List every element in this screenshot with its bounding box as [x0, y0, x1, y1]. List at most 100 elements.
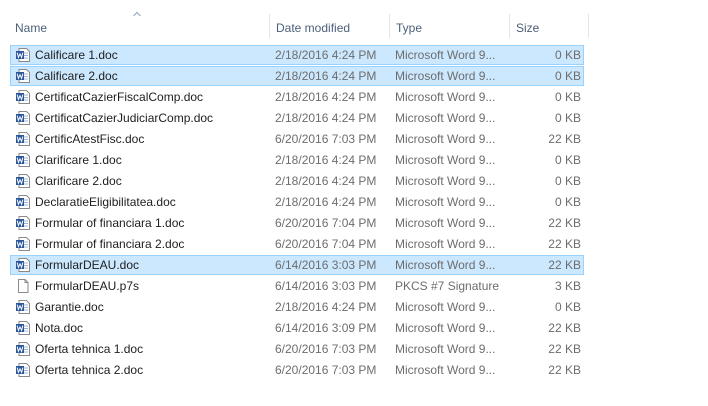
file-date-modified: 6/14/2016 3:03 PM	[275, 279, 377, 293]
file-name: Nota.doc	[35, 321, 84, 335]
file-type: Microsoft Word 9...	[395, 258, 496, 272]
file-size: 22 KB	[548, 216, 581, 230]
file-row[interactable]: CertificAtestFisc.doc 6/20/2016 7:03 PM Mi…	[10, 129, 584, 149]
file-type: Microsoft Word 9...	[395, 321, 496, 335]
file-row[interactable]: Clarificare 2.doc 2/18/2016 4:24 PM Micros…	[10, 171, 584, 191]
file-name: Clarificare 2.doc	[35, 174, 122, 188]
file-date-modified: 2/18/2016 4:24 PM	[275, 69, 377, 83]
file-row[interactable]: Oferta tehnica 1.doc 6/20/2016 7:03 PM Mic…	[10, 339, 584, 359]
file-name: CertificatCazierFiscalComp.doc	[35, 90, 204, 104]
file-type: Microsoft Word 9...	[395, 90, 496, 104]
file-size: 22 KB	[548, 342, 581, 356]
file-size: 22 KB	[548, 363, 581, 377]
file-row[interactable]: Garantie.doc 2/18/2016 4:24 PM Microsoft W…	[10, 297, 584, 317]
word-doc-icon	[15, 68, 31, 84]
file-row[interactable]: Calificare 2.doc 2/18/2016 4:24 PM Microso…	[10, 66, 584, 86]
column-header-date-modified[interactable]: Date modified	[269, 14, 388, 38]
word-doc-icon	[15, 194, 31, 210]
file-row[interactable]: Clarificare 1.doc 2/18/2016 4:24 PM Micros…	[10, 150, 584, 170]
column-header-type[interactable]: Type	[389, 14, 508, 38]
file-date-modified: 2/18/2016 4:24 PM	[275, 153, 377, 167]
file-name: Formular of financiara 2.doc	[35, 237, 185, 251]
word-doc-icon	[15, 236, 31, 252]
word-doc-icon	[15, 362, 31, 378]
file-type: Microsoft Word 9...	[395, 132, 496, 146]
file-date-modified: 6/20/2016 7:03 PM	[275, 132, 377, 146]
file-date-modified: 6/14/2016 3:09 PM	[275, 321, 377, 335]
file-size: 0 KB	[554, 174, 581, 188]
file-name: FormularDEAU.doc	[35, 258, 140, 272]
file-size: 22 KB	[548, 132, 581, 146]
file-name: DeclaratieEligibilitatea.doc	[35, 195, 176, 209]
file-size: 0 KB	[554, 153, 581, 167]
column-header-size[interactable]: Size	[509, 14, 589, 38]
file-name: FormularDEAU.p7s	[35, 279, 140, 293]
file-name: CertificatCazierJudiciarComp.doc	[35, 111, 214, 125]
word-doc-icon	[15, 110, 31, 126]
file-row[interactable]: Nota.doc 6/14/2016 3:09 PM Microsoft Word …	[10, 318, 584, 338]
file-row[interactable]: Formular of financiara 2.doc 6/20/2016 7:…	[10, 234, 584, 254]
file-type: Microsoft Word 9...	[395, 48, 496, 62]
file-date-modified: 2/18/2016 4:24 PM	[275, 300, 377, 314]
file-date-modified: 6/20/2016 7:04 PM	[275, 237, 377, 251]
file-size: 22 KB	[548, 258, 581, 272]
file-date-modified: 6/20/2016 7:04 PM	[275, 216, 377, 230]
file-date-modified: 2/18/2016 4:24 PM	[275, 111, 377, 125]
file-date-modified: 2/18/2016 4:24 PM	[275, 48, 377, 62]
file-row[interactable]: DeclaratieEligibilitatea.doc 2/18/2016 4:…	[10, 192, 584, 212]
file-size: 0 KB	[554, 90, 581, 104]
file-size: 22 KB	[548, 321, 581, 335]
file-type: Microsoft Word 9...	[395, 216, 496, 230]
column-header-name[interactable]: Name	[9, 14, 268, 38]
file-size: 0 KB	[554, 300, 581, 314]
file-name: Garantie.doc	[35, 300, 104, 314]
file-date-modified: 2/18/2016 4:24 PM	[275, 174, 377, 188]
file-type: Microsoft Word 9...	[395, 237, 496, 251]
word-doc-icon	[15, 257, 31, 273]
file-row[interactable]: CertificatCazierFiscalComp.doc 2/18/2016 …	[10, 87, 584, 107]
file-type: Microsoft Word 9...	[395, 300, 496, 314]
file-date-modified: 6/20/2016 7:03 PM	[275, 342, 377, 356]
file-size: 3 KB	[554, 279, 581, 293]
word-doc-icon	[15, 152, 31, 168]
file-size: 0 KB	[554, 69, 581, 83]
file-name: CertificAtestFisc.doc	[35, 132, 145, 146]
file-name: Clarificare 1.doc	[35, 153, 122, 167]
file-type: PKCS #7 Signature	[395, 279, 500, 293]
file-date-modified: 6/14/2016 3:03 PM	[275, 258, 377, 272]
file-date-modified: 2/18/2016 4:24 PM	[275, 195, 377, 209]
column-header-bar: Name Date modified Type Size	[0, 0, 708, 38]
file-row[interactable]: FormularDEAU.doc 6/14/2016 3:03 PM Microso…	[10, 255, 584, 275]
file-size: 0 KB	[554, 48, 581, 62]
word-doc-icon	[15, 47, 31, 63]
file-size: 0 KB	[554, 195, 581, 209]
file-name: Oferta tehnica 1.doc	[35, 342, 144, 356]
file-name: Oferta tehnica 2.doc	[35, 363, 144, 377]
blank-file-icon	[15, 278, 31, 294]
file-row[interactable]: FormularDEAU.p7s 6/14/2016 3:03 PM PKCS #7…	[10, 276, 584, 296]
file-name: Calificare 2.doc	[35, 69, 118, 83]
file-type: Microsoft Word 9...	[395, 69, 496, 83]
file-row[interactable]: Calificare 1.doc 2/18/2016 4:24 PM Microso…	[10, 45, 584, 65]
file-type: Microsoft Word 9...	[395, 363, 496, 377]
word-doc-icon	[15, 320, 31, 336]
file-size: 0 KB	[554, 111, 581, 125]
file-type: Microsoft Word 9...	[395, 195, 496, 209]
word-doc-icon	[15, 131, 31, 147]
file-size: 22 KB	[548, 237, 581, 251]
word-doc-icon	[15, 215, 31, 231]
file-date-modified: 2/18/2016 4:24 PM	[275, 90, 377, 104]
file-name: Formular of financiara 1.doc	[35, 216, 185, 230]
file-row[interactable]: Formular of financiara 1.doc 6/20/2016 7:…	[10, 213, 584, 233]
file-row[interactable]: Oferta tehnica 2.doc 6/20/2016 7:03 PM Mic…	[10, 360, 584, 380]
file-type: Microsoft Word 9...	[395, 153, 496, 167]
file-row[interactable]: CertificatCazierJudiciarComp.doc 2/18/201…	[10, 108, 584, 128]
file-type: Microsoft Word 9...	[395, 342, 496, 356]
word-doc-icon	[15, 341, 31, 357]
file-type: Microsoft Word 9...	[395, 111, 496, 125]
file-name: Calificare 1.doc	[35, 48, 118, 62]
word-doc-icon	[15, 173, 31, 189]
word-doc-icon	[15, 299, 31, 315]
word-doc-icon	[15, 89, 31, 105]
file-type: Microsoft Word 9...	[395, 174, 496, 188]
